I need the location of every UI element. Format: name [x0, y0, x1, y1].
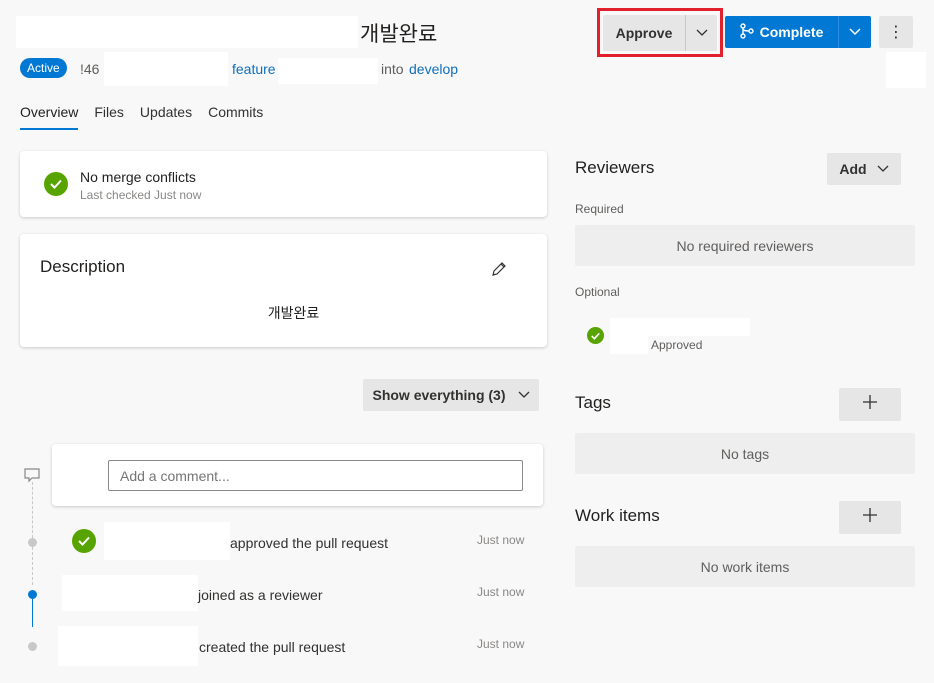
more-vertical-icon: ⋮	[888, 24, 904, 41]
check-circle-icon	[44, 172, 68, 196]
tab-bar: Overview Files Updates Commits	[20, 104, 279, 130]
redacted-corner	[886, 52, 926, 88]
work-items-heading: Work items	[575, 506, 660, 525]
timeline-dot-active	[28, 590, 37, 599]
chevron-down-icon	[877, 160, 889, 178]
redacted-user	[104, 522, 230, 560]
redacted-author	[16, 16, 358, 48]
add-work-item-button[interactable]	[839, 501, 901, 534]
timeline-dot	[28, 642, 37, 651]
approve-label: Approve	[615, 25, 673, 41]
merge-status-card: No merge conflicts Last checked Just now	[20, 151, 547, 217]
tags-box: No tags	[575, 433, 915, 474]
approved-check-icon	[587, 327, 604, 344]
merge-status-title: No merge conflicts	[80, 169, 196, 185]
add-tag-button[interactable]	[839, 388, 901, 421]
activity-text: created the pull request	[199, 639, 346, 655]
timeline-line	[32, 599, 33, 627]
redacted-pr-info	[104, 52, 228, 86]
target-branch-link[interactable]: develop	[409, 61, 458, 77]
tab-files[interactable]: Files	[94, 104, 124, 130]
complete-label: Complete	[759, 24, 824, 40]
activity-time: Just now	[477, 533, 525, 547]
chevron-down-icon	[518, 386, 530, 404]
activity-time: Just now	[477, 585, 525, 599]
activity-text: joined as a reviewer	[198, 587, 323, 603]
tags-heading: Tags	[575, 393, 611, 412]
tab-updates[interactable]: Updates	[140, 104, 192, 130]
pr-id: !46	[80, 61, 100, 77]
tags-empty-text: No tags	[720, 445, 770, 462]
work-items-box: No work items	[575, 546, 915, 587]
work-items-empty-text: No work items	[700, 558, 790, 575]
comment-input[interactable]	[108, 460, 523, 491]
description-card: Description 개발완료	[20, 234, 547, 347]
description-heading: Description	[40, 257, 126, 276]
chevron-down-icon[interactable]	[686, 29, 717, 37]
reviewers-heading: Reviewers	[575, 158, 655, 177]
add-label: Add	[839, 161, 867, 177]
activity-text: approved the pull request	[230, 535, 388, 551]
filter-label: Show everything (3)	[372, 387, 506, 403]
pencil-icon[interactable]	[490, 260, 508, 283]
tab-overview[interactable]: Overview	[20, 104, 79, 130]
required-reviewers-box: No required reviewers	[575, 225, 915, 266]
source-branch-link[interactable]: feature	[232, 61, 276, 77]
redacted-user	[58, 626, 198, 666]
description-body: 개발완료	[267, 305, 320, 321]
comment-card	[52, 444, 543, 506]
merge-status-subtitle: Last checked Just now	[80, 188, 202, 202]
redacted-branch-suffix	[278, 58, 378, 84]
plus-icon	[862, 507, 878, 528]
comment-icon	[24, 467, 40, 488]
chevron-down-icon[interactable]	[839, 28, 871, 36]
approved-check-icon	[72, 529, 96, 553]
add-reviewer-button[interactable]: Add	[827, 153, 901, 185]
approve-button[interactable]: Approve	[603, 15, 717, 51]
required-label: Required	[575, 202, 624, 216]
required-empty-text: No required reviewers	[676, 237, 814, 254]
plus-icon	[862, 394, 878, 415]
pr-title: 개발완료	[360, 23, 438, 46]
reviewer-status: Approved	[651, 338, 703, 352]
into-text: into	[381, 61, 404, 77]
more-options-button[interactable]: ⋮	[879, 16, 913, 48]
status-badge: Active	[20, 58, 67, 78]
show-everything-dropdown[interactable]: Show everything (3)	[363, 379, 539, 411]
redacted-reviewer-avatar	[610, 318, 648, 354]
redacted-user	[62, 575, 198, 611]
timeline-line	[32, 547, 33, 585]
tab-commits[interactable]: Commits	[208, 104, 263, 130]
optional-label: Optional	[575, 285, 620, 299]
timeline-dot	[28, 538, 37, 547]
complete-button[interactable]: Complete	[725, 16, 871, 48]
activity-time: Just now	[477, 637, 525, 651]
timeline-line	[32, 482, 33, 538]
merge-icon	[739, 22, 754, 42]
